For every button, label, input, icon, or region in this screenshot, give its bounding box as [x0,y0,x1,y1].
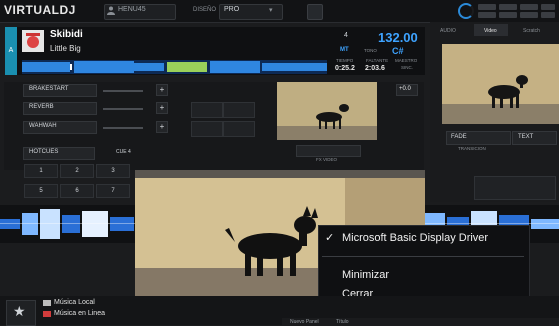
sampler-cell-4[interactable] [223,121,255,137]
pad-6[interactable]: 6 [60,184,94,198]
sampler-cell-2[interactable] [223,102,255,118]
chevron-down-icon: ▾ [269,7,273,14]
user-name: HENU45 [118,6,146,13]
crossfader[interactable] [474,176,556,200]
online-icon [43,311,51,317]
effect-slider-1[interactable] [103,90,143,92]
sampler-cell-3[interactable] [191,121,223,137]
effect-label-2: REVERB [29,104,54,110]
mt-button[interactable]: MT [340,47,349,53]
layout-button-5[interactable] [478,12,496,18]
tono-label: TONO [364,48,377,53]
pad-3[interactable]: 3 [96,164,130,178]
effect-label-1: BRAKESTART [29,86,69,92]
layout-button-1[interactable] [478,4,496,10]
layout-button-3[interactable] [520,4,538,10]
design-label: DISEÑO [193,7,217,13]
cue-label: CUE 4 [116,149,131,155]
browser-header [282,318,559,325]
transicion-label: TRANSICION [458,146,486,151]
menu-item-display-driver[interactable]: Microsoft Basic Display Driver [342,232,488,244]
sampler-cell-1[interactable] [191,102,223,118]
fade-label: FADE [451,134,467,140]
tiempo-label: TIEMPO [336,58,354,63]
key-display: C# [392,46,404,56]
check-icon: ✓ [325,232,335,244]
pad-1[interactable]: 1 [24,164,58,178]
pad-7[interactable]: 7 [96,184,130,198]
track-waveform-overview[interactable] [22,60,327,74]
video-preview-master [442,44,559,124]
cpu-meter-icon [458,3,474,19]
effect-add-button-1[interactable]: + [156,84,168,96]
user-icon [107,6,115,15]
effect-slider-2[interactable] [103,108,143,110]
faltante-value: 2:03.6 [365,65,385,72]
effect-add-button-2[interactable]: + [156,102,168,114]
fx-video-select[interactable] [296,145,361,157]
layout-button-8[interactable] [541,12,555,18]
hotcues-label: HOTCUES [29,149,59,155]
beat-number: 4 [344,32,348,39]
video-preview-deck [277,82,377,140]
app-logo: VIRTUALDJ [4,3,76,17]
sinc-button[interactable]: SINC. [401,65,413,70]
deck-letter[interactable]: A [5,27,17,75]
menu-divider [322,256,524,257]
faltante-label: FALTANTE [366,58,389,63]
effect-add-button-3[interactable]: + [156,121,168,133]
layout-button-6[interactable] [499,12,517,18]
settings-button[interactable] [307,4,323,20]
maestro-label: MAESTRO [395,58,418,63]
track-title: Skibidi [50,29,83,40]
browser-item-local[interactable]: Música Local [54,299,95,306]
column-header-title[interactable]: Título [336,319,349,325]
bpm-display: 132.00 [378,30,418,45]
album-cover [22,30,44,52]
effect-slider-3[interactable] [103,127,143,129]
layout-button-7[interactable] [520,12,538,18]
layout-button-2[interactable] [499,4,517,10]
folder-icon [43,300,51,306]
design-value: PRO [224,6,240,13]
effect-label-3: WAHWAH [29,123,57,129]
tab-audio[interactable]: AUDIO [440,28,456,34]
pad-5[interactable]: 5 [24,184,58,198]
tab-scratch[interactable]: Scratch [523,28,540,34]
gain-value: +0.0 [399,86,411,92]
pad-2[interactable]: 2 [60,164,94,178]
layout-button-4[interactable] [541,4,555,10]
text-label: TEXT [518,134,534,140]
fx-video-label: FX VIDEO [316,157,338,162]
tiempo-value: 0:25.2 [335,65,355,72]
tab-video[interactable]: Video [484,28,497,34]
browser-item-online[interactable]: Música en Linea [54,310,105,317]
track-artist: Little Big [50,44,81,53]
star-icon: ★ [13,303,26,319]
column-header-panel[interactable]: Nuevo Panel [290,319,319,325]
menu-item-minimize[interactable]: Minimizar [342,269,389,281]
